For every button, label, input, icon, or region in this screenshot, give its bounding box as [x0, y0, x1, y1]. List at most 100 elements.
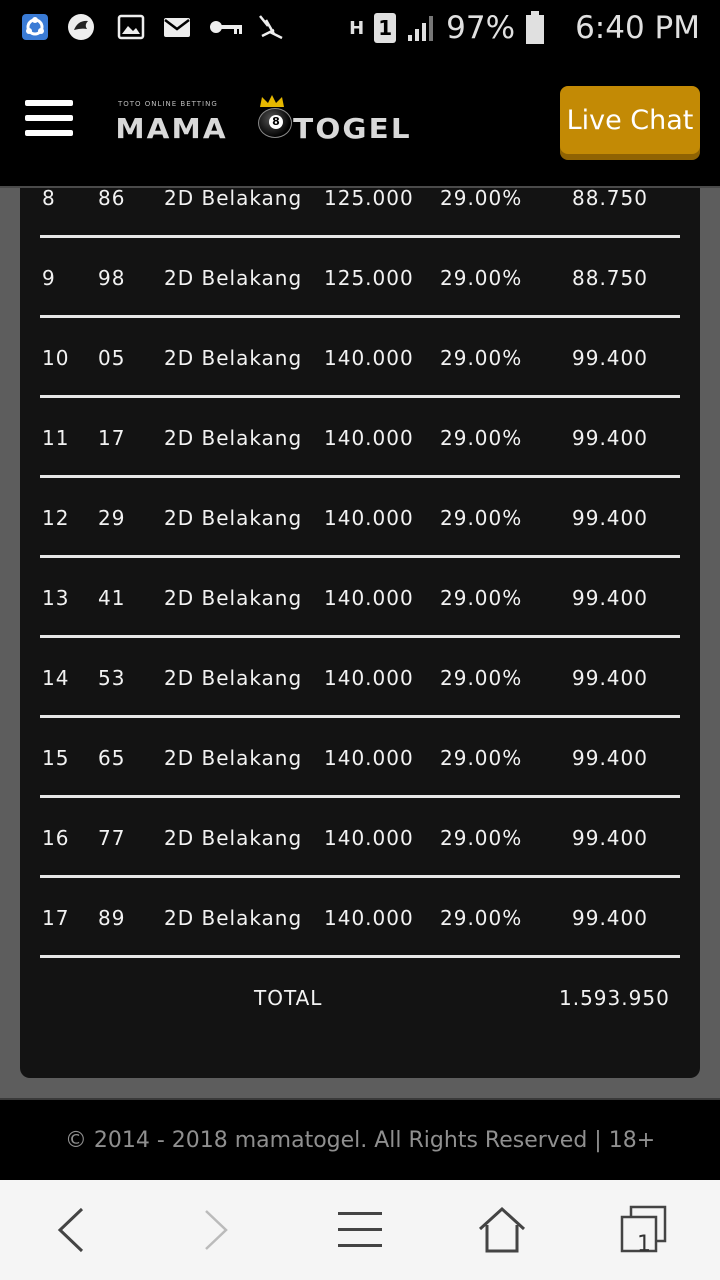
eight-ball-number: 8 [269, 115, 283, 129]
bet-number: 65 [98, 746, 126, 770]
bet-number: 53 [98, 666, 126, 690]
bet-amount: 125.000 [324, 266, 414, 290]
bet-amount: 140.000 [324, 746, 414, 770]
status-bar: H 1 97% 6:40 PM [0, 0, 720, 56]
table-row: 16 77 2D Belakang 140.000 29.00% 99.400 [40, 798, 680, 878]
bet-number: 86 [98, 186, 126, 210]
discount-percent: 29.00% [440, 346, 523, 370]
bet-number: 17 [98, 426, 126, 450]
pay-amount: 88.750 [572, 186, 648, 210]
bet-number: 98 [98, 266, 126, 290]
main-content: 8 86 2D Belakang 125.000 29.00% 88.750 9 98 2D B… [0, 186, 720, 1098]
dragon-icon [68, 14, 94, 40]
bet-number: 05 [98, 346, 126, 370]
bet-type: 2D Belakang [164, 346, 303, 370]
table-row: 11 17 2D Belakang 140.000 29.00% 99.400 [40, 398, 680, 478]
site-footer: © 2014 - 2018 mamatogel. All Rights Rese… [0, 1098, 720, 1180]
row-number: 13 [42, 586, 70, 610]
bet-amount: 140.000 [324, 506, 414, 530]
logo-word-right: TOGEL [293, 112, 412, 145]
menu-button[interactable] [328, 1200, 392, 1260]
app-icon [22, 14, 48, 40]
hamburger-menu-icon[interactable] [25, 100, 73, 136]
home-button[interactable] [470, 1200, 534, 1260]
discount-percent: 29.00% [440, 186, 523, 210]
table-row: 12 29 2D Belakang 140.000 29.00% 99.400 [40, 478, 680, 558]
key-icon [210, 21, 242, 34]
bet-amount: 140.000 [324, 346, 414, 370]
table-row: 14 53 2D Belakang 140.000 29.00% 99.400 [40, 638, 680, 718]
bet-amount: 140.000 [324, 826, 414, 850]
crown-icon [260, 95, 284, 107]
discount-percent: 29.00% [440, 746, 523, 770]
table-row: 8 86 2D Belakang 125.000 29.00% 88.750 [40, 158, 680, 238]
tabs-button[interactable]: 1 [612, 1200, 676, 1260]
bet-amount: 125.000 [324, 186, 414, 210]
status-right: H 1 97% 6:40 PM [349, 6, 700, 50]
live-chat-button[interactable]: Live Chat [560, 86, 700, 154]
row-number: 11 [42, 426, 70, 450]
eight-ball-icon: 8 [258, 108, 292, 138]
site-logo[interactable]: TOTO ONLINE BETTING MAMA 8 TOGEL [115, 95, 418, 150]
ant-icon [259, 15, 283, 40]
discount-percent: 29.00% [440, 826, 523, 850]
bet-amount: 140.000 [324, 666, 414, 690]
bet-amount: 140.000 [324, 906, 414, 930]
bet-type: 2D Belakang [164, 186, 303, 210]
discount-percent: 29.00% [440, 586, 523, 610]
total-label: TOTAL [254, 986, 323, 1010]
bet-type: 2D Belakang [164, 426, 303, 450]
table-row: 10 05 2D Belakang 140.000 29.00% 99.400 [40, 318, 680, 398]
bet-number: 77 [98, 826, 126, 850]
row-number: 17 [42, 906, 70, 930]
row-number: 16 [42, 826, 70, 850]
pay-amount: 99.400 [572, 506, 648, 530]
bet-type: 2D Belakang [164, 826, 303, 850]
bet-type: 2D Belakang [164, 666, 303, 690]
bet-table-panel: 8 86 2D Belakang 125.000 29.00% 88.750 9 98 2D B… [20, 186, 700, 1078]
bet-number: 41 [98, 586, 126, 610]
table-row: 17 89 2D Belakang 140.000 29.00% 99.400 [40, 878, 680, 958]
row-number: 9 [42, 266, 56, 290]
battery-percent: 97% [446, 10, 516, 46]
pay-amount: 99.400 [572, 826, 648, 850]
discount-percent: 29.00% [440, 666, 523, 690]
bet-type: 2D Belakang [164, 506, 303, 530]
table-row: 9 98 2D Belakang 125.000 29.00% 88.750 [40, 238, 680, 318]
menu-icon [338, 1212, 382, 1247]
total-value: 1.593.950 [559, 986, 670, 1010]
back-button[interactable] [40, 1200, 104, 1260]
row-divider [40, 955, 680, 958]
battery-icon [526, 11, 545, 44]
discount-percent: 29.00% [440, 906, 523, 930]
pay-amount: 99.400 [572, 426, 648, 450]
logo-word-left: MAMA [115, 112, 228, 145]
row-number: 12 [42, 506, 70, 530]
bet-amount: 140.000 [324, 426, 414, 450]
email-icon [164, 18, 190, 37]
clock: 6:40 PM [575, 10, 700, 46]
bet-type: 2D Belakang [164, 586, 303, 610]
bet-type: 2D Belakang [164, 746, 303, 770]
forward-button[interactable] [184, 1200, 248, 1260]
forward-icon [205, 1210, 228, 1250]
total-row: TOTAL 1.593.950 [40, 968, 680, 1028]
bet-type: 2D Belakang [164, 266, 303, 290]
table-row: 13 41 2D Belakang 140.000 29.00% 99.400 [40, 558, 680, 638]
tab-count: 1 [637, 1232, 651, 1257]
row-number: 10 [42, 346, 70, 370]
copyright-text: © 2014 - 2018 mamatogel. All Rights Rese… [64, 1127, 656, 1153]
bet-type: 2D Belakang [164, 906, 303, 930]
image-icon [117, 14, 145, 40]
browser-nav-bar: 1 [0, 1180, 720, 1280]
bet-amount: 140.000 [324, 586, 414, 610]
pay-amount: 99.400 [572, 906, 648, 930]
discount-percent: 29.00% [440, 426, 523, 450]
pay-amount: 99.400 [572, 746, 648, 770]
network-type: H [349, 17, 365, 39]
bet-number: 29 [98, 506, 126, 530]
pay-amount: 88.750 [572, 266, 648, 290]
row-number: 8 [42, 186, 56, 210]
sim-icon: 1 [374, 13, 397, 43]
signal-icon [408, 16, 434, 41]
